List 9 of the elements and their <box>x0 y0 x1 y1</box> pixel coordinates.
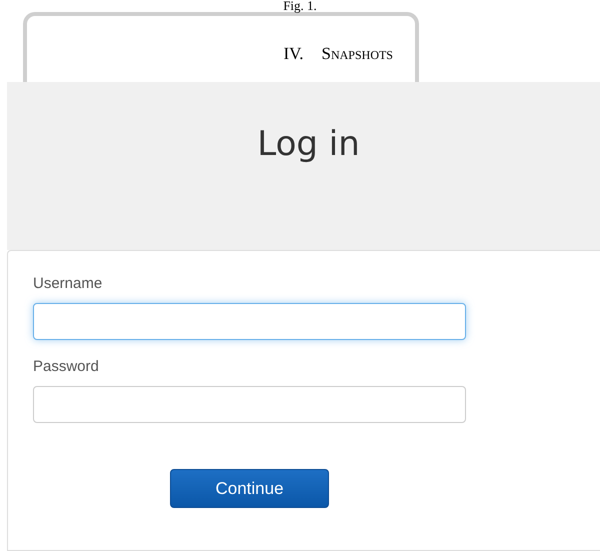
section-heading: Snapshots <box>322 44 393 64</box>
field-label: Username <box>33 275 102 293</box>
continue-button[interactable]: Continue <box>170 469 329 508</box>
field-label: Password <box>33 358 99 376</box>
input-field[interactable] <box>33 303 466 340</box>
section-number: IV. <box>284 44 304 64</box>
page-title: Log in <box>256 123 360 166</box>
input-field[interactable] <box>33 386 466 423</box>
figure-caption: Fig. 1. <box>282 0 318 12</box>
